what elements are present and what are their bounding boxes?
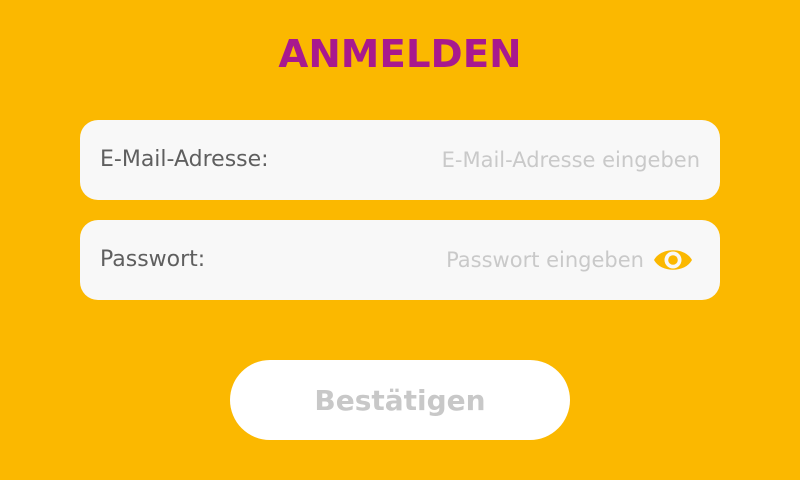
email-label: E-Mail-Adresse: <box>100 147 269 172</box>
eye-icon[interactable] <box>652 242 694 278</box>
page-title: ANMELDEN <box>278 32 522 76</box>
email-field[interactable]: E-Mail-Adresse: <box>80 120 720 200</box>
submit-button[interactable]: Bestätigen <box>230 360 570 440</box>
password-field[interactable]: Passwort: <box>80 220 720 300</box>
email-input[interactable] <box>360 140 700 180</box>
password-input[interactable] <box>384 240 644 280</box>
password-label: Passwort: <box>100 247 206 272</box>
